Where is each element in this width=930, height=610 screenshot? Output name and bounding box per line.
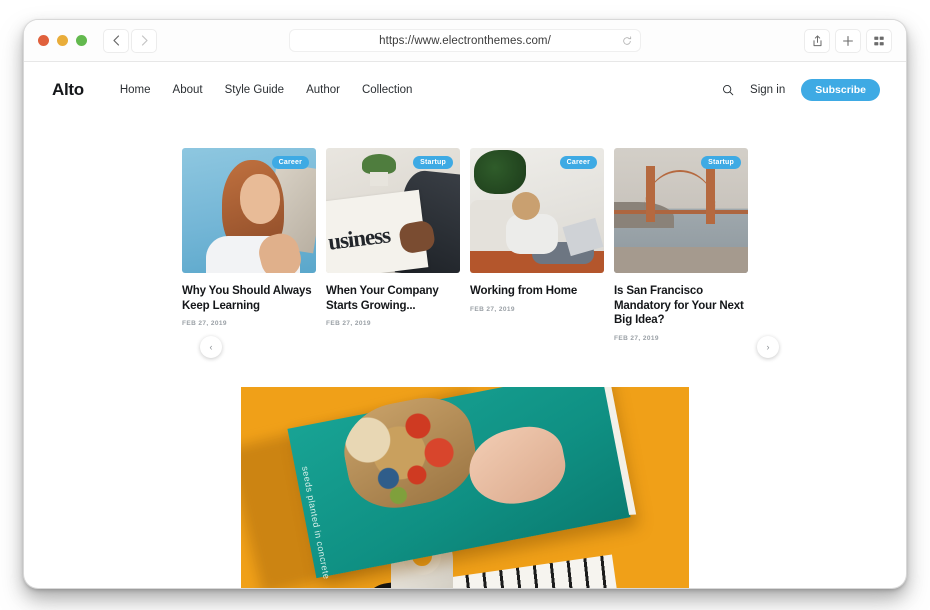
hero-image[interactable]: seeds planted in concrete bbox=[241, 387, 689, 588]
traffic-lights bbox=[24, 35, 87, 46]
article-date: FEB 27, 2019 bbox=[470, 305, 515, 313]
tab-overview-button[interactable] bbox=[866, 28, 892, 53]
search-icon[interactable] bbox=[722, 84, 734, 96]
address-bar[interactable]: https://www.electronthemes.com/ bbox=[289, 29, 641, 52]
article-title[interactable]: Why You Should Always Keep Learning bbox=[182, 284, 316, 313]
carousel-prev-button[interactable]: ‹ bbox=[200, 336, 222, 358]
share-icon bbox=[813, 34, 821, 46]
close-window-button[interactable] bbox=[38, 35, 49, 46]
article-image[interactable]: Startup bbox=[614, 148, 748, 273]
plus-icon bbox=[843, 35, 853, 46]
site-logo[interactable]: Alto bbox=[52, 80, 84, 100]
subscribe-button[interactable]: Subscribe bbox=[801, 78, 880, 102]
nav-item-author[interactable]: Author bbox=[306, 84, 340, 96]
site-header: Alto Home About Style Guide Author Colle… bbox=[24, 62, 906, 118]
browser-toolbar: https://www.electronthemes.com/ bbox=[24, 20, 906, 62]
article-image[interactable]: usiness Startup bbox=[326, 148, 460, 273]
article-image[interactable]: Career bbox=[182, 148, 316, 273]
category-badge[interactable]: Startup bbox=[701, 156, 741, 169]
tab-overview-icon bbox=[874, 36, 884, 45]
toolbar-actions bbox=[804, 28, 892, 53]
category-badge[interactable]: Career bbox=[271, 156, 309, 169]
back-button[interactable] bbox=[103, 28, 129, 53]
article-date: FEB 27, 2019 bbox=[326, 320, 371, 328]
article-date: FEB 27, 2019 bbox=[182, 320, 227, 328]
article-card[interactable]: Career Working from Home FEB 27, 2019 bbox=[470, 148, 604, 342]
maximize-window-button[interactable] bbox=[76, 35, 87, 46]
article-title[interactable]: Is San Francisco Mandatory for Your Next… bbox=[614, 284, 748, 328]
sign-in-link[interactable]: Sign in bbox=[750, 84, 785, 96]
header-actions: Sign in Subscribe bbox=[722, 78, 880, 102]
nav-item-home[interactable]: Home bbox=[120, 84, 151, 96]
category-badge[interactable]: Career bbox=[559, 156, 597, 169]
nav-item-collection[interactable]: Collection bbox=[362, 84, 413, 96]
featured-cards: Career Why You Should Always Keep Learni… bbox=[52, 148, 878, 342]
chevron-left-icon bbox=[112, 35, 119, 46]
article-card[interactable]: Startup Is San Francisco Mandatory for Y… bbox=[614, 148, 748, 342]
article-title[interactable]: When Your Company Starts Growing... bbox=[326, 284, 460, 313]
forward-button[interactable] bbox=[131, 28, 157, 53]
url-text: https://www.electronthemes.com/ bbox=[379, 34, 551, 47]
share-button[interactable] bbox=[804, 28, 830, 53]
nav-item-about[interactable]: About bbox=[173, 84, 203, 96]
browser-window: https://www.electronthemes.com/ Alto Hom… bbox=[24, 20, 906, 588]
hero-book-edge bbox=[600, 387, 637, 515]
article-image[interactable]: Career bbox=[470, 148, 604, 273]
minimize-window-button[interactable] bbox=[57, 35, 68, 46]
new-tab-button[interactable] bbox=[835, 28, 861, 53]
nav-item-style-guide[interactable]: Style Guide bbox=[225, 84, 284, 96]
category-badge[interactable]: Startup bbox=[413, 156, 453, 169]
featured-carousel: Career Why You Should Always Keep Learni… bbox=[24, 148, 906, 358]
navigation-buttons bbox=[103, 28, 157, 53]
address-bar-container: https://www.electronthemes.com/ bbox=[289, 29, 641, 52]
article-date: FEB 27, 2019 bbox=[614, 335, 659, 343]
main-navigation: Home About Style Guide Author Collection bbox=[120, 84, 413, 96]
carousel-next-button[interactable]: › bbox=[757, 336, 779, 358]
article-title[interactable]: Working from Home bbox=[470, 284, 604, 299]
chevron-right-icon bbox=[141, 35, 148, 46]
article-card[interactable]: usiness Startup When Your Company Starts… bbox=[326, 148, 460, 342]
reload-icon[interactable] bbox=[622, 35, 632, 46]
article-card[interactable]: Career Why You Should Always Keep Learni… bbox=[182, 148, 316, 342]
